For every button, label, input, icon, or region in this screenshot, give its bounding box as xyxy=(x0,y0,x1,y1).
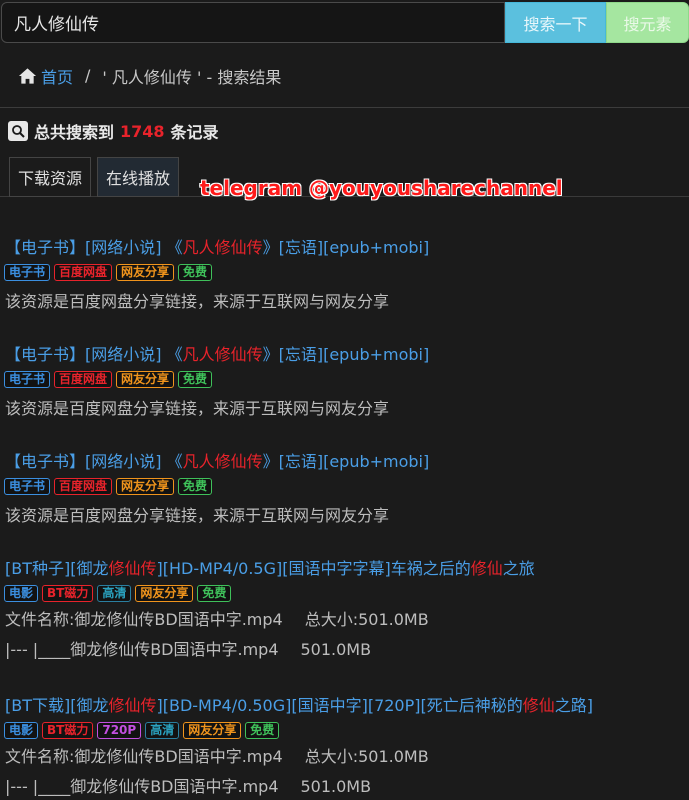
result-item: 【电子书】[网络小说] 《凡人修仙传》[忘语][epub+mobi] 电子书 百… xyxy=(0,236,689,312)
tag-baidu-pan: 百度网盘 xyxy=(54,264,113,281)
result-title-link[interactable]: [BT下载][御龙修仙传][BD-MP4/0.50G][国语中字][720P][… xyxy=(0,694,689,718)
tag-list: 电影 BT磁力 高清 网友分享 免费 xyxy=(0,585,689,603)
tab-download[interactable]: 下载资源 xyxy=(9,157,91,197)
tag-user-share: 网友分享 xyxy=(116,264,175,281)
file-total-size: 总大小:501.0MB xyxy=(304,747,429,766)
search-button[interactable]: 搜索一下 xyxy=(505,2,606,43)
tag-user-share: 网友分享 xyxy=(135,585,194,602)
breadcrumb-separator: / xyxy=(85,66,91,85)
magnifier-icon xyxy=(8,121,28,141)
tag-free: 免费 xyxy=(197,585,232,602)
tag-list: 电子书 百度网盘 网友分享 免费 xyxy=(0,264,689,282)
tag-bt-magnet: BT磁力 xyxy=(42,585,94,602)
result-item: [BT种子][御龙修仙传][HD-MP4/0.5G][国语中字字幕]车祸之后的修… xyxy=(0,557,689,665)
result-count: 1748 xyxy=(120,121,165,141)
tag-user-share: 网友分享 xyxy=(116,478,175,495)
result-title-link[interactable]: 【电子书】[网络小说] 《凡人修仙传》[忘语][epub+mobi] xyxy=(0,450,689,474)
home-icon xyxy=(18,67,37,84)
tag-list: 电子书 百度网盘 网友分享 免费 xyxy=(0,478,689,496)
result-title-link[interactable]: [BT种子][御龙修仙传][HD-MP4/0.5G][国语中字字幕]车祸之后的修… xyxy=(0,557,689,581)
result-title-link[interactable]: 【电子书】[网络小说] 《凡人修仙传》[忘语][epub+mobi] xyxy=(0,236,689,260)
tag-hd: 高清 xyxy=(97,585,132,602)
summary-suffix: 条记录 xyxy=(170,123,219,142)
tag-user-share: 网友分享 xyxy=(183,722,242,739)
file-total-size: 总大小:501.0MB xyxy=(304,610,429,629)
breadcrumb: 首页 / ' 凡人修仙传 ' - 搜索结果 xyxy=(0,44,689,108)
tab-online-play[interactable]: 在线播放 xyxy=(97,157,179,197)
tag-user-share: 网友分享 xyxy=(116,371,175,388)
search-elements-button[interactable]: 搜元素 xyxy=(606,2,689,43)
file-name: 文件名称:御龙修仙传BD国语中字.mp4 xyxy=(5,747,283,766)
tag-ebook: 电子书 xyxy=(4,371,51,388)
result-item: [BT下载][御龙修仙传][BD-MP4/0.50G][国语中字][720P][… xyxy=(0,694,689,800)
result-description: 该资源是百度网盘分享链接，来源于互联网与网友分享 xyxy=(5,506,390,525)
breadcrumb-current: ' 凡人修仙传 ' - 搜索结果 xyxy=(102,67,282,87)
result-description: 该资源是百度网盘分享链接，来源于互联网与网友分享 xyxy=(5,292,390,311)
tag-movie: 电影 xyxy=(4,585,39,602)
home-link-label: 首页 xyxy=(41,67,74,87)
file-info-line: 文件名称:御龙修仙传BD国语中字.mp4 总大小:501.0MB xyxy=(0,742,689,772)
file-tree-size: 501.0MB xyxy=(300,777,372,796)
result-title-link[interactable]: 【电子书】[网络小说] 《凡人修仙传》[忘语][epub+mobi] xyxy=(0,343,689,367)
search-input[interactable] xyxy=(1,2,505,43)
file-tree-line: |--- |____御龙修仙传BD国语中字.mp4 501.0MB xyxy=(0,772,689,800)
tag-hd: 高清 xyxy=(145,722,180,739)
file-info-line: 文件名称:御龙修仙传BD国语中字.mp4 总大小:501.0MB xyxy=(0,605,689,635)
result-description: 该资源是百度网盘分享链接，来源于互联网与网友分享 xyxy=(5,399,390,418)
tag-baidu-pan: 百度网盘 xyxy=(54,478,113,495)
result-item: 【电子书】[网络小说] 《凡人修仙传》[忘语][epub+mobi] 电子书 百… xyxy=(0,343,689,419)
file-tree-name: |--- |____御龙修仙传BD国语中字.mp4 xyxy=(5,777,279,796)
tag-free: 免费 xyxy=(178,371,213,388)
search-bar: 搜索一下 搜元素 xyxy=(0,0,689,44)
tag-ebook: 电子书 xyxy=(4,478,51,495)
watermark-text: telegram @youyousharechannel xyxy=(200,176,563,200)
file-tree-name: |--- |____御龙修仙传BD国语中字.mp4 xyxy=(5,640,279,659)
tag-list: 电影 BT磁力 720P 高清 网友分享 免费 xyxy=(0,722,689,740)
result-summary: 总共搜索到 1748 条记录 xyxy=(8,120,219,142)
tag-free: 免费 xyxy=(178,478,213,495)
tag-baidu-pan: 百度网盘 xyxy=(54,371,113,388)
summary-prefix: 总共搜索到 xyxy=(34,123,115,142)
tag-free: 免费 xyxy=(178,264,213,281)
tag-ebook: 电子书 xyxy=(4,264,51,281)
tag-list: 电子书 百度网盘 网友分享 免费 xyxy=(0,371,689,389)
file-tree-line: |--- |____御龙修仙传BD国语中字.mp4 501.0MB xyxy=(0,635,689,665)
tag-720p: 720P xyxy=(97,722,142,739)
tag-movie: 电影 xyxy=(4,722,39,739)
home-link[interactable]: 首页 xyxy=(18,64,73,88)
file-name: 文件名称:御龙修仙传BD国语中字.mp4 xyxy=(5,610,283,629)
tag-bt-magnet: BT磁力 xyxy=(42,722,94,739)
file-tree-size: 501.0MB xyxy=(300,640,372,659)
tag-free: 免费 xyxy=(245,722,280,739)
result-item: 【电子书】[网络小说] 《凡人修仙传》[忘语][epub+mobi] 电子书 百… xyxy=(0,450,689,526)
